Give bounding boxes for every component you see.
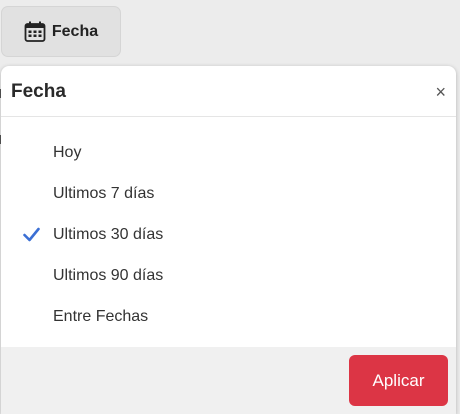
date-filter-label: Fecha <box>51 22 99 40</box>
popover-footer: Aplicar <box>1 347 456 414</box>
date-range-option[interactable]: Ultimos 30 días <box>1 214 456 255</box>
date-range-option[interactable]: Ultimos 90 días <box>1 255 456 296</box>
date-range-option-label: Ultimos 7 días <box>53 185 155 202</box>
date-range-options: Hoy Ultimos 7 días Ultimos 30 días Ultimos … <box>1 132 456 337</box>
date-range-option[interactable]: Ultimos 7 días <box>1 173 456 214</box>
apply-button[interactable]: Aplicar <box>349 355 448 406</box>
popover-title: Fecha <box>11 81 66 102</box>
date-range-option-label: Ultimos 30 días <box>53 226 164 243</box>
date-range-option-label: Hoy <box>53 144 82 161</box>
date-range-option-label: Ultimos 90 días <box>53 267 164 284</box>
date-range-option[interactable]: Hoy <box>1 132 456 173</box>
date-range-option-label: Entre Fechas <box>53 308 149 325</box>
check-icon <box>23 227 40 242</box>
close-icon[interactable]: × <box>435 82 446 102</box>
date-filter-button[interactable]: Fecha <box>1 6 121 57</box>
popover-header: Fecha × <box>1 66 456 117</box>
date-filter-popover: Fecha × Hoy Ultimos 7 días Ultimos 30 días… <box>1 66 456 414</box>
date-range-option[interactable]: Entre Fechas <box>1 296 456 337</box>
calendar-icon <box>24 21 46 42</box>
